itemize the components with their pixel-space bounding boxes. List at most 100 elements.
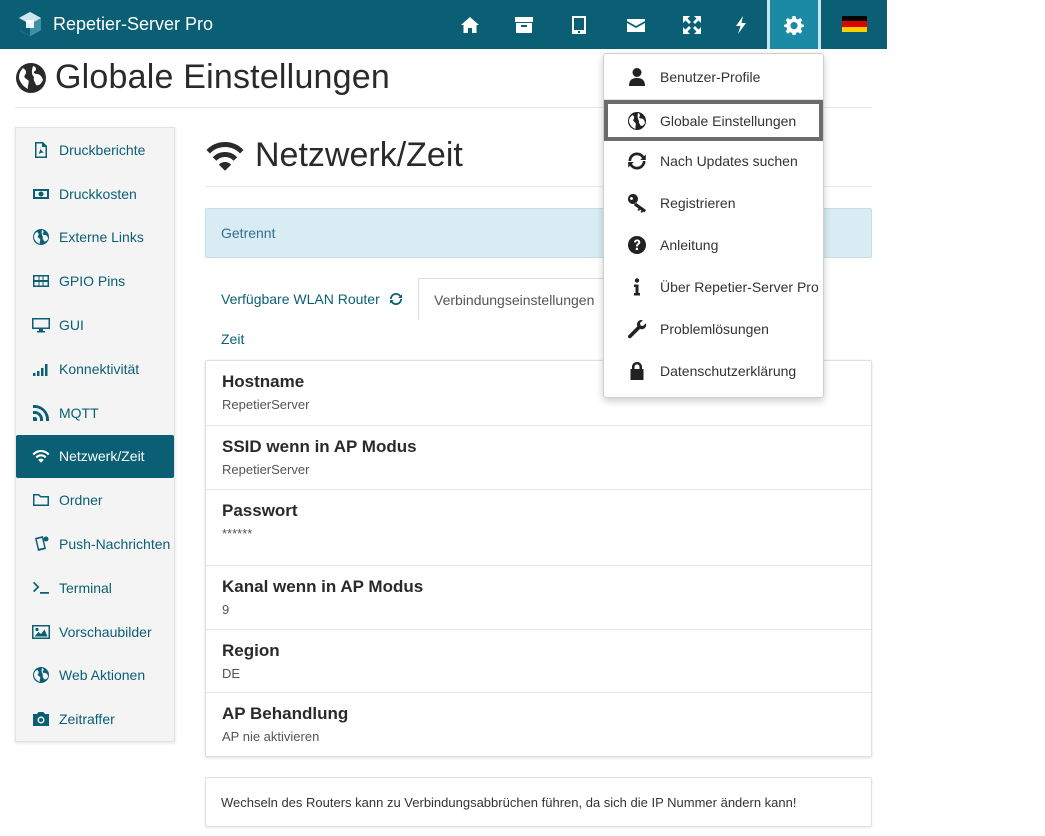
connection-status-text: Getrennt [221,225,276,241]
sidebar-item-label: GPIO Pins [59,273,126,290]
menu-item-anleitung[interactable]: Anleitung [604,225,823,265]
messages-button[interactable] [611,0,661,49]
folder-icon [31,491,51,509]
sidebar-item-label: Druckkosten [59,185,137,202]
field-kanal[interactable]: Kanal wenn in AP Modus 9 [206,566,871,630]
menu-item-label: Problemlösungen [660,321,769,337]
sidebar-item-ordner[interactable]: Ordner [16,478,174,522]
question-icon [626,235,648,255]
power-button[interactable] [716,0,766,49]
wrench-icon [626,319,648,339]
sidebar-item-label: MQTT [59,404,99,421]
menu-item-label: Nach Updates suchen [660,153,798,169]
sidebar-item-label: Ordner [59,492,103,509]
sidebar-item-label: Zeitraffer [59,711,115,728]
monitor-icon [31,316,51,334]
sidebar-item-label: Web Aktionen [59,667,146,684]
field-label: SSID wenn in AP Modus [222,437,417,456]
tablet-button[interactable] [554,0,604,49]
section-title-text: Netzwerk/Zeit [255,136,463,174]
tablet-icon [572,15,586,34]
tab-verbindungseinstellungen[interactable]: Verbindungseinstellungen [418,278,611,320]
field-value: DE [222,666,241,681]
sidebar-item-web-aktionen[interactable]: Web Aktionen [16,654,174,698]
app-root: Repetier-Server Pro Globale Einstellunge… [0,0,1045,836]
globe-icon [16,62,46,93]
router-change-note: Wechseln des Routers kann zu Verbindungs… [205,777,872,827]
sidebar-item-vorschaubilder[interactable]: Vorschaubilder [16,610,174,654]
sidebar-item-druckkosten[interactable]: Druckkosten [16,172,174,216]
field-passwort[interactable]: Passwort ****** [206,490,871,566]
sidebar-item-label: Druckberichte [59,141,146,158]
rss-icon [31,404,51,422]
brand[interactable]: Repetier-Server Pro [17,11,213,37]
grid-icon [31,272,51,290]
key-icon [626,193,648,213]
field-region[interactable]: Region DE [206,630,871,693]
field-value: ****** [222,526,253,541]
menu-item-registrieren[interactable]: Registrieren [604,183,823,223]
globe-icon [31,228,51,246]
field-label: Passwort [222,501,298,520]
field-value: 9 [222,602,230,617]
german-flag-icon[interactable] [842,16,867,32]
settings-sidebar: Druckberichte Druckkosten Externe Links … [15,127,175,743]
bolt-icon [736,15,746,34]
refresh-icon [626,151,648,171]
fullscreen-button[interactable] [667,0,717,49]
menu-item-datenschutzerklaerung[interactable]: Datenschutzerklärung [604,351,823,391]
tab-wlan-router[interactable]: Verfügbare WLAN Router [221,278,403,320]
phone-notification-icon [31,535,51,553]
tab-label: Verbindungseinstellungen [434,291,595,308]
sidebar-item-push-nachrichten[interactable]: Push-Nachrichten [16,522,174,566]
app-title: Repetier-Server Pro [53,14,214,34]
section-title: Netzwerk/Zeit [205,136,463,175]
menu-item-benutzer-profile[interactable]: Benutzer-Profile [604,57,823,97]
globe-icon [626,111,648,131]
settings-button[interactable] [767,0,821,49]
field-ssid[interactable]: SSID wenn in AP Modus RepetierServer [206,426,871,490]
field-ap-behandlung[interactable]: AP Behandlung AP nie aktivieren [206,693,871,756]
sidebar-item-gpio-pins[interactable]: GPIO Pins [16,259,174,303]
terminal-icon [31,579,51,597]
refresh-icon[interactable] [389,292,403,306]
archive-button[interactable] [499,0,549,49]
field-label: AP Behandlung [222,704,349,723]
menu-item-nach-updates-suchen[interactable]: Nach Updates suchen [604,141,823,181]
wifi-icon [206,141,244,171]
menu-item-ueber[interactable]: Über Repetier-Server Pro [604,267,823,307]
menu-item-label: Registrieren [660,195,736,211]
network-settings-card: Hostname RepetierServer SSID wenn in AP … [205,360,872,757]
tab-label: Zeit [221,331,245,347]
white-strip [420,118,560,126]
menu-item-problemloesungen[interactable]: Problemlösungen [604,309,823,349]
field-value: RepetierServer [222,397,310,412]
field-label: Region [222,641,280,660]
sidebar-item-label: GUI [59,317,84,334]
sidebar-item-zeitraffer[interactable]: Zeitraffer [16,697,174,741]
home-button[interactable] [445,0,495,49]
menu-item-globale-einstellungen[interactable]: Globale Einstellungen [604,100,823,141]
sidebar-item-terminal[interactable]: Terminal [16,566,174,610]
sidebar-item-netzwerk-zeit[interactable]: Netzwerk/Zeit [16,434,174,479]
sidebar-item-druckberichte[interactable]: Druckberichte [16,128,174,172]
field-value: RepetierServer [222,462,310,477]
expand-icon [683,15,701,34]
top-navbar: Repetier-Server Pro [0,0,887,49]
globe-icon [31,666,51,684]
menu-item-label: Benutzer-Profile [660,69,761,85]
archive-icon [515,16,533,33]
sidebar-item-konnektivitaet[interactable]: Konnektivität [16,347,174,391]
lock-icon [626,361,648,381]
field-value: AP nie aktivieren [222,729,320,744]
image-icon [31,623,51,641]
sidebar-item-externe-links[interactable]: Externe Links [16,216,174,260]
sidebar-item-gui[interactable]: GUI [16,303,174,347]
sidebar-item-label: Terminal [59,579,112,596]
signal-icon [31,360,51,378]
tab-zeit[interactable]: Zeit [221,328,244,350]
sidebar-item-mqtt[interactable]: MQTT [16,391,174,435]
sidebar-item-label: Netzwerk/Zeit [59,448,145,465]
field-label: Kanal wenn in AP Modus [222,577,424,596]
user-icon [626,67,648,87]
